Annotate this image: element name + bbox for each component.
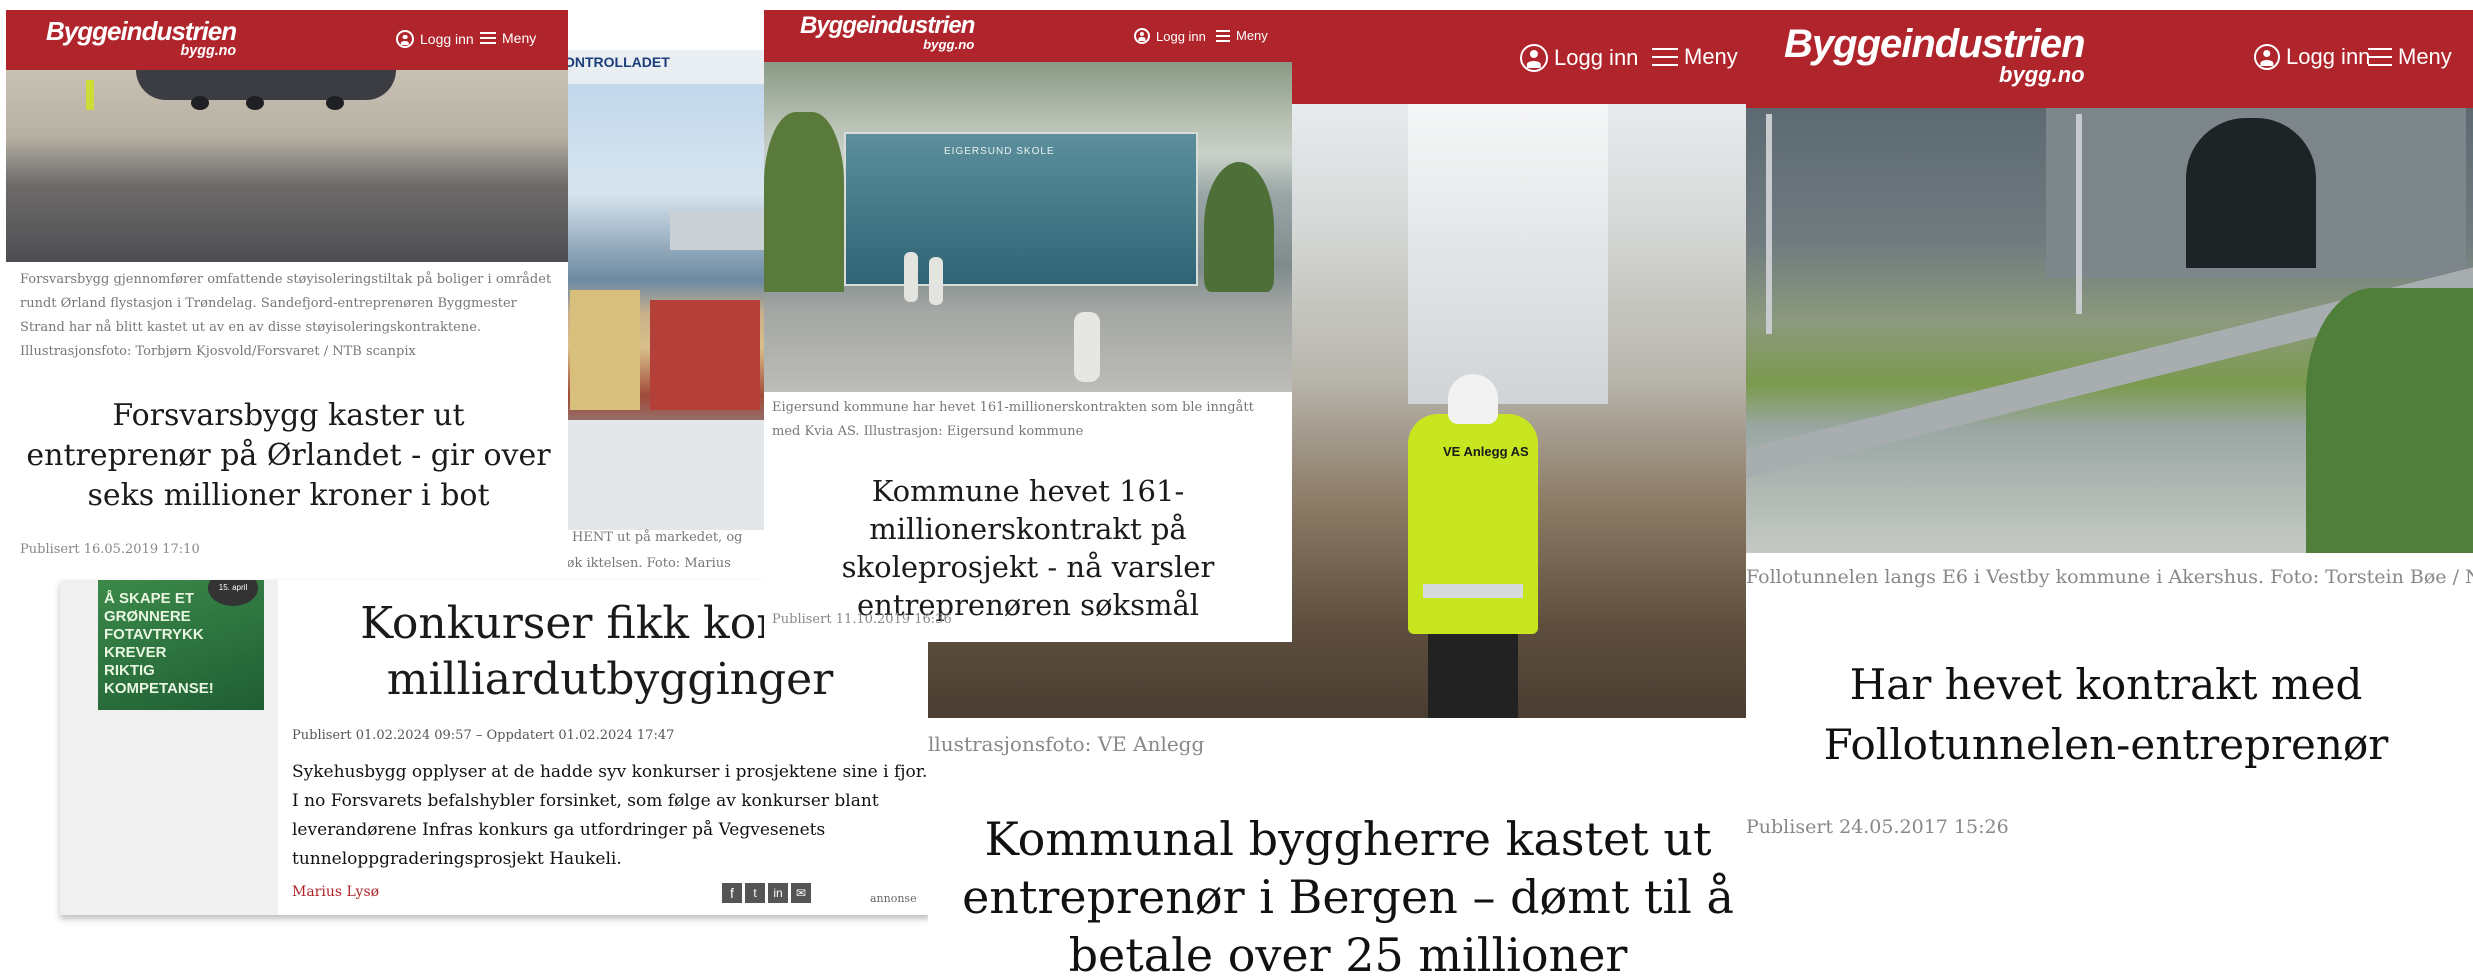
twitter-icon[interactable]: t [745,883,765,903]
login-button[interactable]: Logg inn [1520,44,1638,72]
article-card-forsvarsbygg[interactable]: Byggeindustrien bygg.no Logg inn Meny Fo… [6,10,568,580]
user-icon [396,30,414,48]
site-logo[interactable]: Byggeindustrien bygg.no [1784,22,2086,87]
share-buttons: f t in ✉ [722,883,811,903]
jacket-text: VE Anlegg AS [1443,444,1529,459]
publish-date: Publisert 24.05.2017 15:26 [1746,816,2009,838]
login-button[interactable]: Logg inn [1134,28,1206,44]
publish-date: Publisert 11.10.2019 16:36 [772,612,952,627]
menu-button[interactable]: Meny [1652,44,1738,70]
ad-banner[interactable]: Å SKAPE ET GRØNNERE FOTAVTRYKK KREVER RI… [98,580,264,710]
author-link[interactable]: Marius Lysø [292,884,379,900]
building-sign: EIGERSUND SKOLE [944,146,1055,157]
photo-caption: k HENT ut på markedet, og søk iktelsen. … [560,530,743,585]
site-header: Byggeindustrien bygg.no Logg inn Meny [764,10,1292,62]
hamburger-icon [480,31,496,45]
menu-label: Meny [1236,28,1268,43]
logo-main: Byggeindustrien [800,12,975,39]
facebook-icon[interactable]: f [722,883,742,903]
login-label: Logg inn [2286,44,2371,69]
photo-caption: llustrasjonsfoto: VE Anlegg [928,732,1205,756]
user-icon [2254,44,2280,70]
hamburger-icon [2368,47,2392,67]
banner-text: ONTROLLADET [564,54,670,70]
logo-main: Byggeindustrien [46,16,237,46]
ad-label: annonse [870,892,917,905]
linkedin-icon[interactable]: in [768,883,788,903]
article-title[interactable]: Forsvarsbygg kaster ut entreprenør på Ør… [16,396,561,516]
article-title[interactable]: Kommune hevet 161-millionerskontrakt på … [774,472,1282,624]
photo-caption: Eigersund kommune har hevet 161-millione… [772,400,1254,439]
logo-sub: bygg.no [1999,62,2085,87]
article-card-follo[interactable]: Byggeindustrien bygg.no Logg inn Meny Fo… [1746,10,2473,976]
menu-button[interactable]: Meny [2368,44,2452,70]
login-label: Logg inn [420,31,474,47]
login-button[interactable]: Logg inn [396,30,474,48]
email-icon[interactable]: ✉ [791,883,811,903]
hamburger-icon [1216,29,1230,42]
site-logo[interactable]: Byggeindustrien bygg.no [46,16,237,59]
article-card-eigersund[interactable]: Byggeindustrien bygg.no Logg inn Meny EI… [764,10,1292,642]
photo-caption: Follotunnelen langs E6 i Vestby kommune … [1746,566,2473,588]
user-icon [1134,28,1150,44]
site-header: Byggeindustrien bygg.no Logg inn Meny [6,10,568,70]
login-label: Logg inn [1554,45,1639,70]
site-logo[interactable]: Byggeindustrien bygg.no [800,12,975,52]
publish-date: Publisert 01.02.2024 09:57 – Oppdatert 0… [292,728,675,743]
photo-caption: Forsvarsbygg gjennomfører omfattende stø… [20,272,552,359]
login-label: Logg inn [1156,28,1206,44]
article-photo-jet [6,70,568,262]
logo-sub: bygg.no [180,43,237,59]
article-photo-school: EIGERSUND SKOLE [764,62,1292,392]
login-button[interactable]: Logg inn [2254,44,2370,70]
user-icon [1520,44,1548,72]
article-title[interactable]: Har hevet kontrakt med Follotunnelen-ent… [1756,655,2456,775]
menu-button[interactable]: Meny [480,30,536,46]
article-title[interactable]: Kommunal byggherre kastet ut entreprenør… [938,810,1758,976]
article-card-hent[interactable]: ONTROLLADET k HENT ut på markedet, og sø… [560,10,770,585]
logo-sub: bygg.no [923,37,975,52]
logo-main: Byggeindustrien [1784,22,2086,66]
site-header: Byggeindustrien bygg.no Logg inn Meny [1746,10,2473,108]
article-body: Sykehusbygg opplyser at de hadde syv kon… [292,762,928,869]
publish-date: Publisert 16.05.2019 17:10 [20,542,200,557]
ad-text: Å SKAPE ET GRØNNERE FOTAVTRYKK KREVER RI… [104,590,214,697]
ad-badge: 15. april [208,580,258,606]
hamburger-icon [1652,46,1678,68]
article-photo-tunnel [1746,108,2473,553]
menu-label: Meny [502,30,537,46]
article-photo-hent: ONTROLLADET [560,50,770,530]
menu-label: Meny [2398,44,2452,69]
menu-button[interactable]: Meny [1216,28,1268,43]
menu-label: Meny [1684,44,1738,69]
